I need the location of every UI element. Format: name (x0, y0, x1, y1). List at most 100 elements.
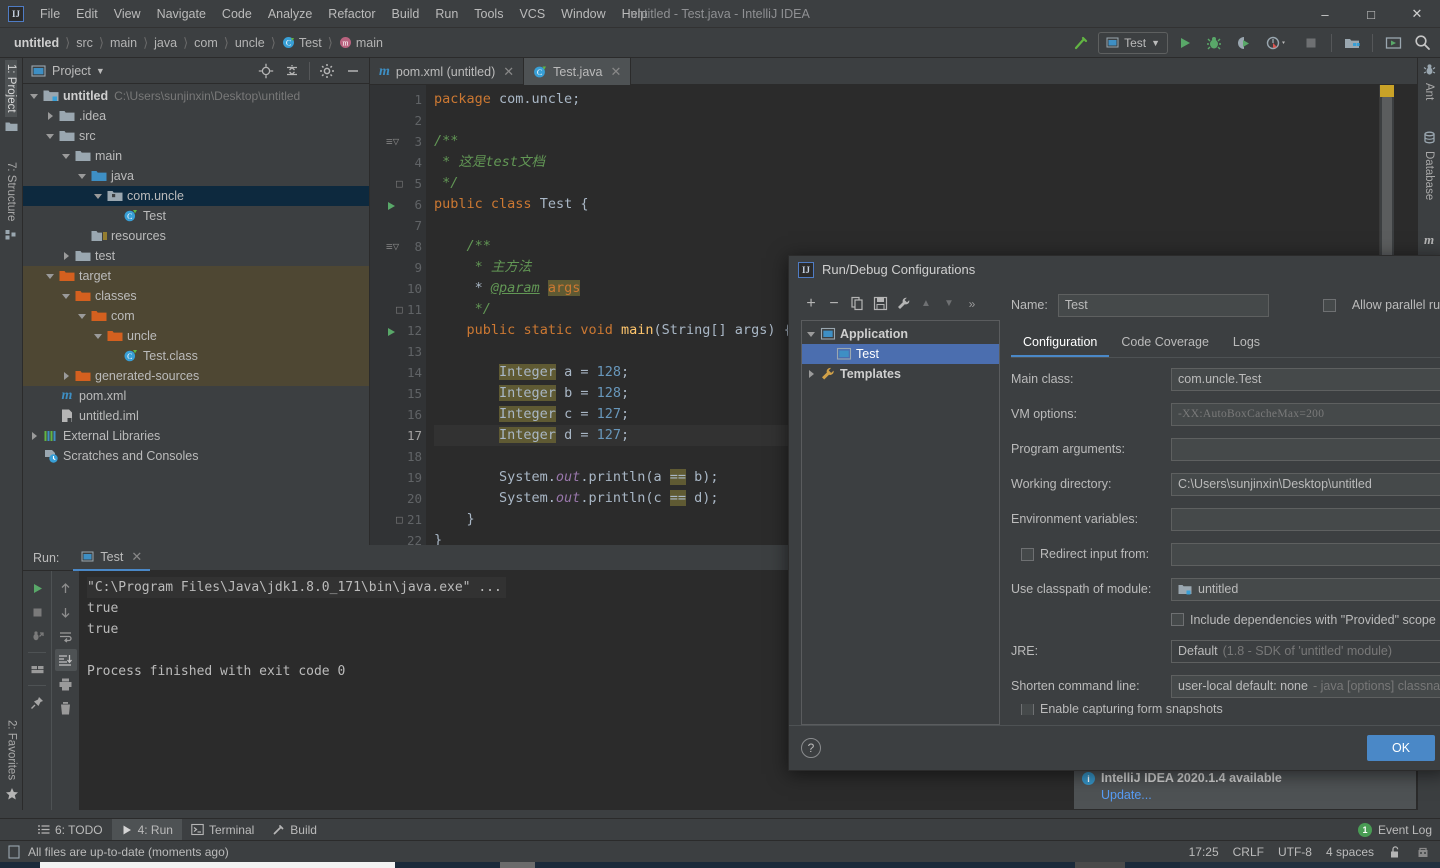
editor-gutter[interactable]: 123≡▽45□678≡▽91011□12131415161718192021□… (370, 85, 426, 545)
hammer-icon[interactable] (1069, 32, 1093, 54)
gutter-line-number[interactable]: 11□ (370, 299, 426, 320)
chevron-right-icon[interactable] (806, 368, 818, 380)
run-tab-test[interactable]: Test ✕ (73, 545, 150, 571)
maximize-button[interactable]: □ (1348, 0, 1394, 28)
event-log-label[interactable]: Event Log (1378, 823, 1432, 837)
scroll-to-end-icon[interactable] (55, 649, 77, 671)
bottom-item-terminal[interactable]: Terminal (182, 819, 263, 841)
notification-balloon[interactable]: i IntelliJ IDEA 2020.1.4 available Updat… (1074, 765, 1416, 809)
menu-item-vcs[interactable]: VCS (511, 4, 553, 24)
tree-row[interactable]: target (23, 266, 369, 286)
soft-wrap-icon[interactable] (55, 625, 77, 647)
environment-variables-input[interactable] (1171, 508, 1440, 531)
chevron-down-icon[interactable] (93, 190, 105, 202)
redirect-input-field[interactable] (1171, 543, 1440, 566)
save-icon[interactable] (870, 294, 890, 314)
chevron-down-icon[interactable] (806, 328, 818, 340)
chevron-down-icon[interactable] (77, 310, 89, 322)
tree-row[interactable]: com (23, 306, 369, 326)
tree-row[interactable]: untitledC:\Users\sunjinxin\Desktop\untit… (23, 86, 369, 106)
move-down-icon[interactable]: ▼ (939, 294, 959, 314)
gutter-line-number[interactable]: 21□ (370, 509, 426, 530)
breadcrumb-main-method[interactable]: m main (335, 34, 387, 52)
menu-item-build[interactable]: Build (384, 4, 428, 24)
menu-item-code[interactable]: Code (214, 4, 260, 24)
sidebar-item-favorites[interactable]: 2: Favorites (0, 716, 23, 804)
tree-row[interactable]: Scratches and Consoles (23, 446, 369, 466)
include-provided-checkbox[interactable] (1171, 613, 1184, 626)
menu-item-run[interactable]: Run (427, 4, 466, 24)
ok-button[interactable]: OK (1367, 735, 1435, 761)
tree-row[interactable]: uncle (23, 326, 369, 346)
chevron-down-icon[interactable] (29, 90, 41, 102)
gutter-line-number[interactable]: 1 (370, 89, 426, 110)
menu-item-edit[interactable]: Edit (68, 4, 106, 24)
close-icon[interactable]: ✕ (503, 64, 514, 80)
debug-icon[interactable] (1202, 32, 1226, 54)
bottom-item-todo[interactable]: 6: TODO (28, 819, 112, 841)
restart-failed-icon[interactable] (26, 625, 48, 647)
stop-icon[interactable] (26, 601, 48, 623)
chevron-down-icon[interactable] (61, 150, 73, 162)
more-icon[interactable]: » (962, 294, 982, 314)
chevron-down-icon[interactable] (77, 170, 89, 182)
edit-templates-icon[interactable] (893, 294, 913, 314)
breadcrumb-uncle[interactable]: uncle (231, 34, 269, 52)
chevron-right-icon[interactable] (61, 370, 73, 382)
unlocked-icon[interactable] (1388, 845, 1402, 859)
arrow-up-icon[interactable] (55, 577, 77, 599)
close-icon[interactable]: ✕ (131, 549, 142, 565)
collapse-all-icon[interactable] (280, 60, 304, 82)
config-tree-row[interactable]: Templates (802, 364, 999, 384)
config-tree-row[interactable]: Test (802, 344, 999, 364)
gutter-line-number[interactable]: 22 (370, 530, 426, 545)
tab-code-coverage[interactable]: Code Coverage (1109, 329, 1221, 357)
close-icon[interactable]: ✕ (610, 64, 621, 80)
menu-item-analyze[interactable]: Analyze (260, 4, 320, 24)
rerun-icon[interactable] (26, 577, 48, 599)
breadcrumb-untitled[interactable]: untitled (10, 34, 63, 52)
redirect-input-checkbox[interactable] (1021, 548, 1034, 561)
bottom-item-run[interactable]: 4: Run (112, 819, 182, 841)
breadcrumb-test[interactable]: C Test (278, 34, 326, 52)
gutter-line-number[interactable]: 4 (370, 152, 426, 173)
code-line[interactable]: /** (434, 131, 1417, 152)
code-line[interactable]: */ (434, 173, 1417, 194)
status-indent[interactable]: 4 spaces (1326, 845, 1374, 859)
menu-item-help[interactable]: Help (614, 4, 656, 24)
tree-row[interactable]: CTest.class (23, 346, 369, 366)
allow-parallel-checkbox[interactable] (1323, 299, 1336, 312)
tree-row[interactable]: main (23, 146, 369, 166)
code-line[interactable]: public class Test { (434, 194, 1417, 215)
locate-icon[interactable] (254, 60, 278, 82)
sidebar-item-database[interactable]: Database (1418, 128, 1440, 204)
breadcrumb-src[interactable]: src (72, 34, 97, 52)
trash-icon[interactable] (55, 697, 77, 719)
program-arguments-input[interactable] (1171, 438, 1440, 461)
code-line[interactable] (434, 110, 1417, 131)
chevron-right-icon[interactable] (45, 110, 57, 122)
sidebar-item-structure[interactable]: 7: Structure (0, 158, 22, 244)
gutter-line-number[interactable]: 6 (370, 194, 426, 215)
tab-configuration[interactable]: Configuration (1011, 329, 1109, 357)
notification-update-link[interactable]: Update... (1101, 786, 1282, 804)
name-input[interactable]: Test (1058, 294, 1269, 317)
tree-row[interactable]: untitled.iml (23, 406, 369, 426)
tab-pom-xml[interactable]: m pom.xml (untitled) ✕ (370, 58, 524, 85)
tree-row[interactable]: src (23, 126, 369, 146)
print-icon[interactable] (55, 673, 77, 695)
code-line[interactable]: * 这是test文档 (434, 152, 1417, 173)
profiler-icon[interactable] (1260, 32, 1294, 54)
tree-row[interactable]: External Libraries (23, 426, 369, 446)
tree-row[interactable]: CTest (23, 206, 369, 226)
vm-options-input[interactable]: -XX:AutoBoxCacheMax=200 (1171, 403, 1440, 426)
status-line-separator[interactable]: CRLF (1233, 845, 1264, 859)
project-tree[interactable]: untitledC:\Users\sunjinxin\Desktop\untit… (23, 84, 369, 545)
gutter-line-number[interactable]: 13 (370, 341, 426, 362)
add-icon[interactable]: + (801, 294, 821, 314)
move-up-icon[interactable]: ▲ (916, 294, 936, 314)
chevron-down-icon[interactable] (45, 130, 57, 142)
tree-row[interactable]: .idea (23, 106, 369, 126)
run-icon[interactable] (1173, 32, 1197, 54)
inspector-icon[interactable] (1416, 845, 1430, 859)
